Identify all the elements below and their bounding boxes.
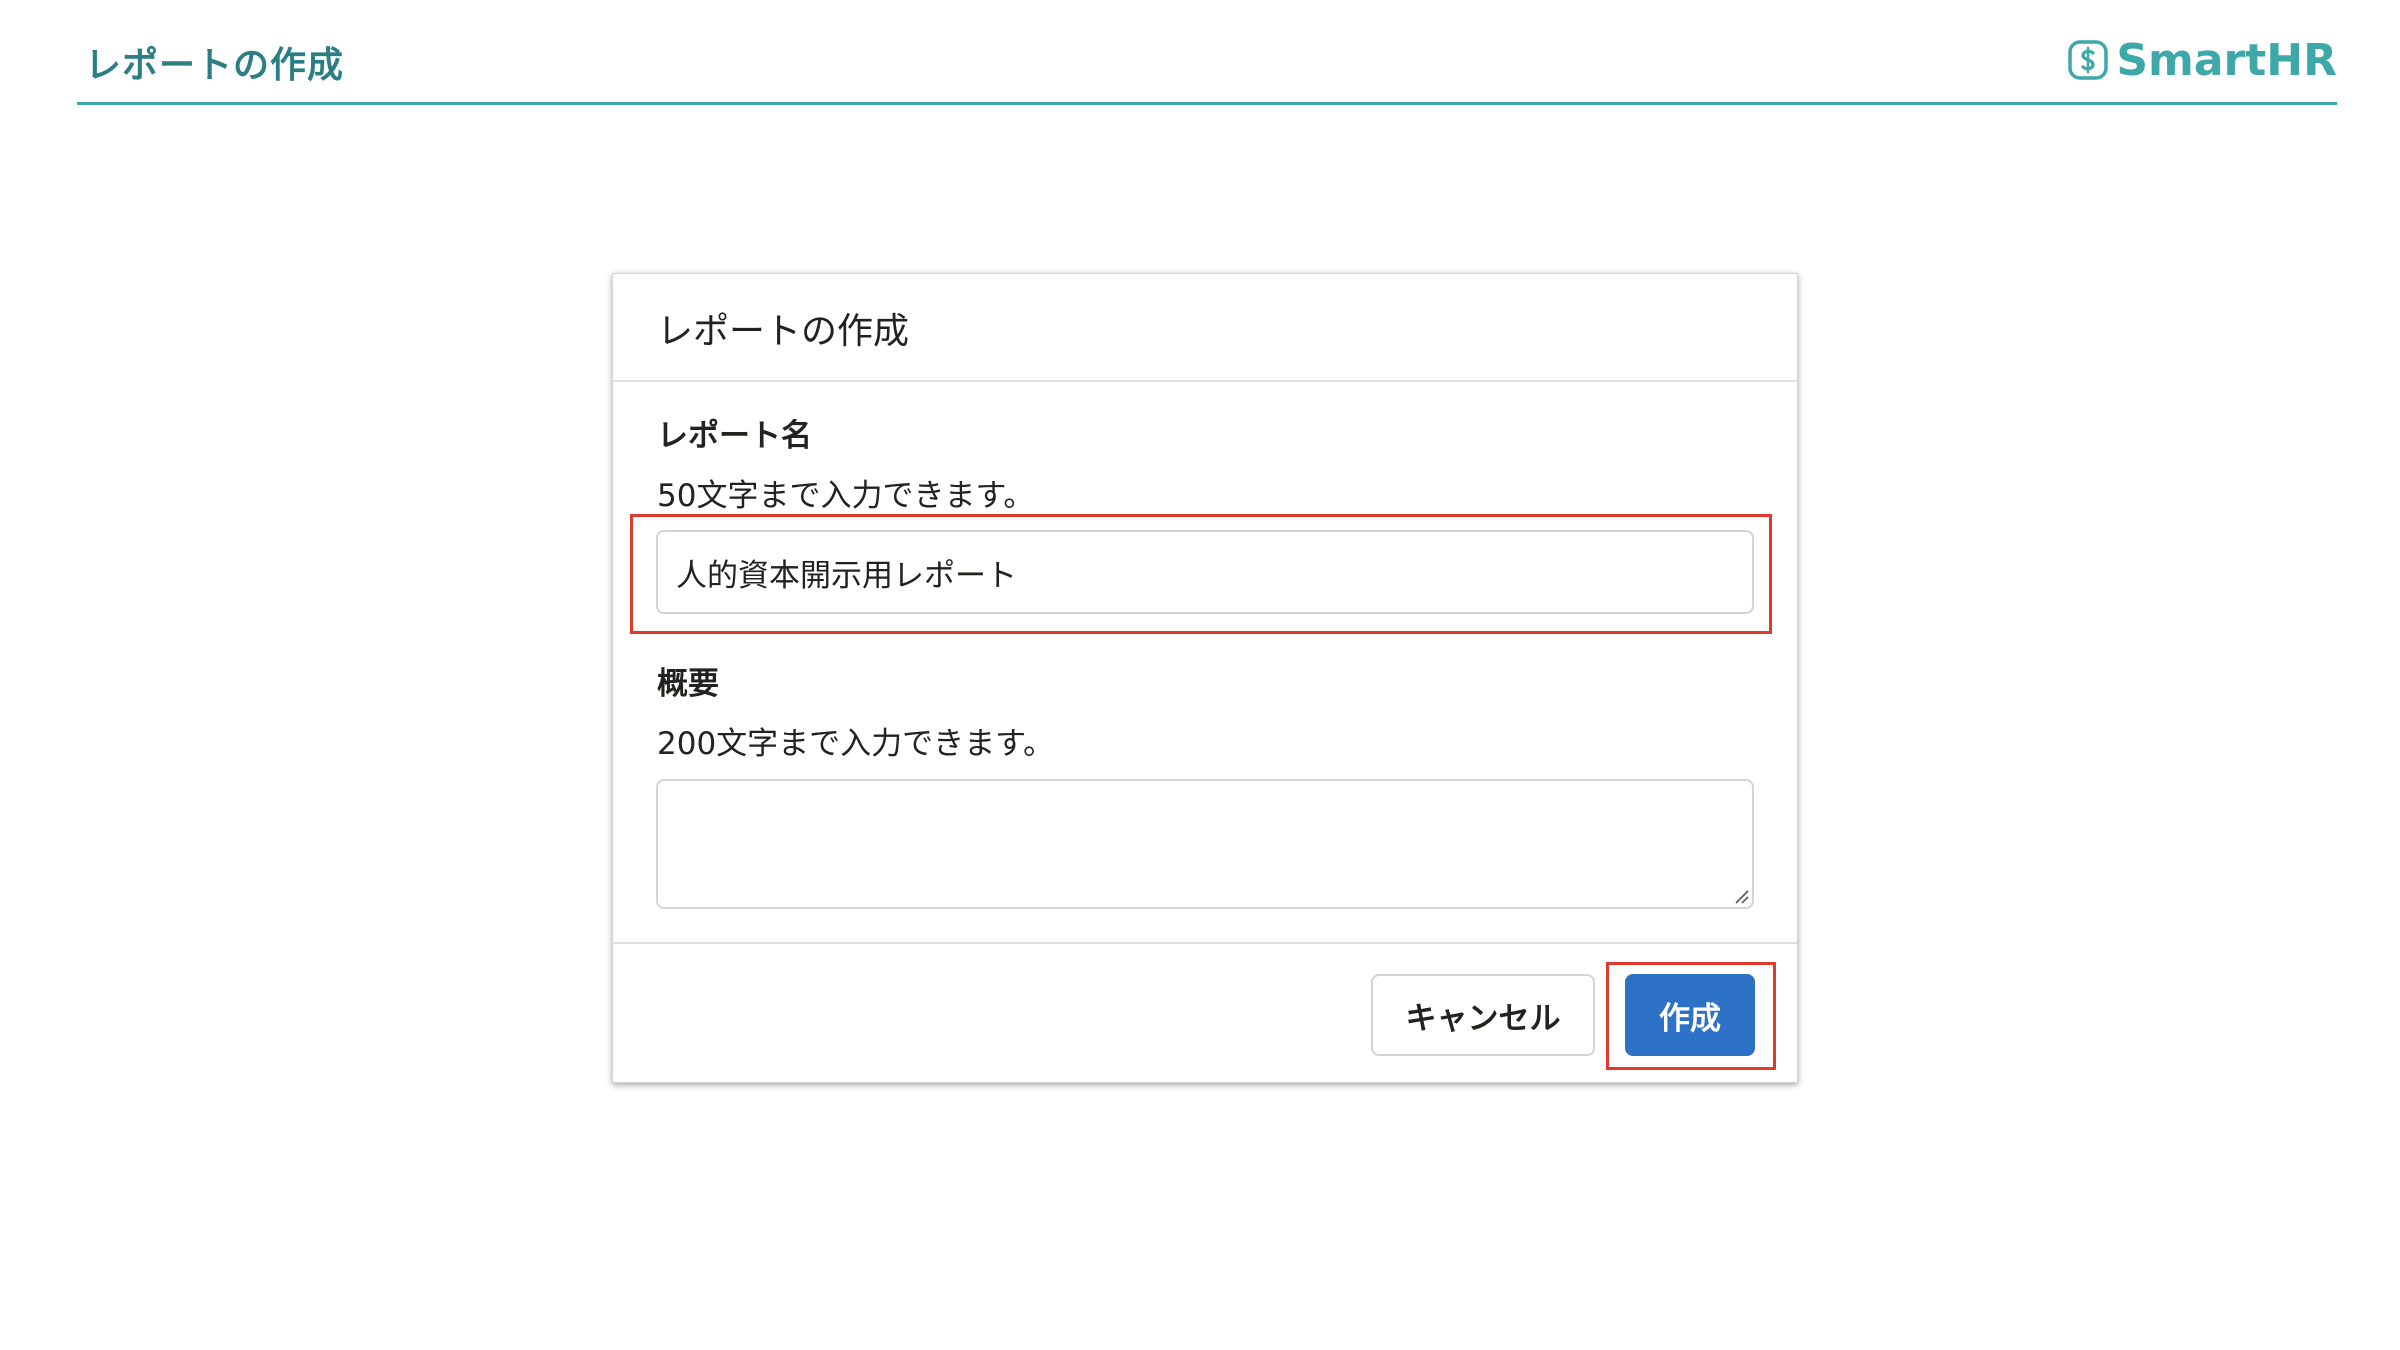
report-name-label: レポート名 bbox=[657, 418, 812, 454]
resize-grip-icon[interactable] bbox=[1733, 888, 1749, 904]
cancel-button[interactable]: キャンセル bbox=[1371, 974, 1595, 1056]
summary-help: 200文字まで入力できます。 bbox=[657, 726, 1055, 762]
report-name-help: 50文字まで入力できます。 bbox=[657, 478, 1035, 514]
dialog-footer: キャンセル 作成 bbox=[613, 942, 1797, 1084]
summary-textarea[interactable] bbox=[656, 779, 1754, 909]
logo-text: SmartHR bbox=[2116, 34, 2337, 86]
report-name-input[interactable] bbox=[656, 530, 1754, 614]
page-title: レポートの作成 bbox=[85, 45, 345, 86]
dialog-header: レポートの作成 bbox=[613, 274, 1797, 382]
smarthr-logo-icon bbox=[2068, 40, 2109, 80]
create-button[interactable]: 作成 bbox=[1625, 974, 1755, 1056]
page-header: レポートの作成 SmartHR bbox=[77, 30, 2337, 105]
summary-label: 概要 bbox=[657, 666, 719, 702]
dialog-title: レポートの作成 bbox=[657, 311, 910, 352]
create-report-dialog: レポートの作成 レポート名 50文字まで入力できます。 概要 200文字まで入力… bbox=[612, 273, 1798, 1083]
slide-page: レポートの作成 SmartHR レポートの作成 レポート名 50文字まで入力でき… bbox=[0, 0, 2400, 1350]
smarthr-logo: SmartHR bbox=[2068, 30, 2337, 90]
